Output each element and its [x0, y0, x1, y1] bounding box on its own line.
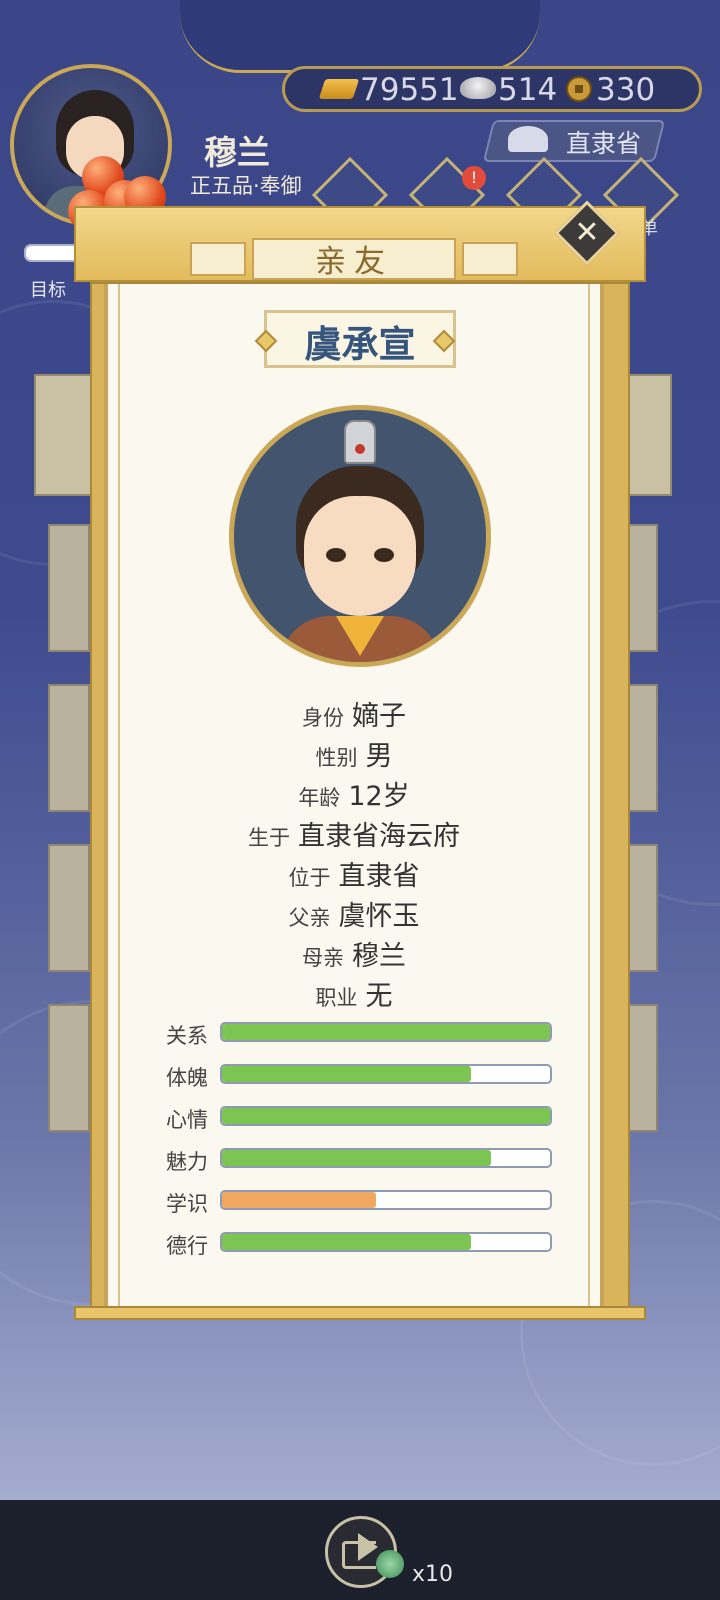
silver-ingot-icon — [460, 77, 496, 99]
info-key: 父亲 — [288, 906, 331, 930]
stat-bar-fill — [222, 1234, 472, 1250]
info-key: 生于 — [248, 826, 290, 850]
jade-icon — [376, 1550, 404, 1578]
stat-bar-fill — [222, 1150, 491, 1166]
info-key: 年龄 — [298, 786, 341, 810]
character-portrait — [229, 405, 491, 667]
player-rank: 正五品·奉御 — [190, 174, 302, 198]
header-deco-left — [190, 242, 246, 276]
info-value: 嫡子 — [352, 701, 406, 732]
copper-coin-icon — [566, 76, 592, 102]
share-count: x10 — [412, 1562, 454, 1587]
stat-bar — [220, 1064, 552, 1084]
info-row: 父亲 虞怀玉 — [104, 894, 604, 933]
stat-label: 魅力 — [166, 1150, 208, 1174]
stat-bar — [220, 1190, 552, 1210]
brush-icon — [508, 126, 548, 152]
info-row: 年龄 12岁 — [104, 774, 604, 813]
panel-title: 亲友 — [315, 244, 393, 280]
stat-label: 体魄 — [166, 1066, 208, 1090]
stat-bar — [220, 1232, 552, 1252]
info-row: 生于 直隶省海云府 — [104, 814, 604, 853]
info-key: 母亲 — [302, 946, 344, 970]
stat-label: 德行 — [166, 1234, 208, 1258]
stat-bar — [220, 1148, 552, 1168]
gold-ingot-icon — [318, 79, 360, 99]
info-row: 性别男 — [104, 734, 604, 773]
silver-amount: 514 — [498, 72, 558, 108]
info-value: 男 — [365, 741, 393, 772]
scroll-bottom-rod — [74, 1306, 646, 1320]
coin-amount: 330 — [596, 72, 656, 108]
stat-label: 心情 — [166, 1108, 208, 1132]
info-row: 职业无 — [104, 974, 604, 1013]
stat-label: 关系 — [166, 1024, 208, 1048]
bg-card — [48, 524, 90, 652]
info-key: 职业 — [315, 986, 358, 1010]
bg-card — [34, 374, 94, 496]
character-name: 虞承宣 — [304, 323, 416, 366]
location-label[interactable]: 直隶省 — [566, 124, 641, 160]
info-key: 位于 — [288, 866, 331, 890]
stat-label: 学识 — [166, 1192, 208, 1216]
info-value: 直隶省 — [338, 861, 420, 892]
stat-bar — [220, 1106, 552, 1126]
info-value: 无 — [365, 981, 393, 1012]
bg-card — [48, 684, 90, 812]
stat-bar-fill — [222, 1066, 472, 1082]
player-name: 穆兰 — [204, 133, 270, 172]
info-value: 12岁 — [348, 781, 410, 812]
stat-bar-fill — [222, 1192, 377, 1208]
info-key: 身份 — [302, 706, 344, 730]
bg-card — [48, 844, 90, 972]
gold-amount: 79551 — [360, 72, 459, 108]
close-icon[interactable]: ✕ — [564, 210, 610, 256]
info-value: 穆兰 — [352, 941, 406, 972]
stat-bar-fill — [222, 1108, 550, 1124]
stat-bar-fill — [222, 1024, 550, 1040]
goal-label[interactable]: 目标 — [30, 276, 66, 302]
bg-card — [48, 1004, 90, 1132]
info-row: 位于 直隶省 — [104, 854, 604, 893]
stat-bar — [220, 1022, 552, 1042]
info-row: 母亲 穆兰 — [104, 934, 604, 973]
info-key: 性别 — [315, 746, 358, 770]
alert-icon: ! — [462, 166, 486, 190]
header-deco-right — [462, 242, 518, 276]
info-row: 身份 嫡子 — [104, 694, 604, 733]
info-value: 虞怀玉 — [338, 901, 420, 932]
info-value: 直隶省海云府 — [298, 821, 460, 852]
